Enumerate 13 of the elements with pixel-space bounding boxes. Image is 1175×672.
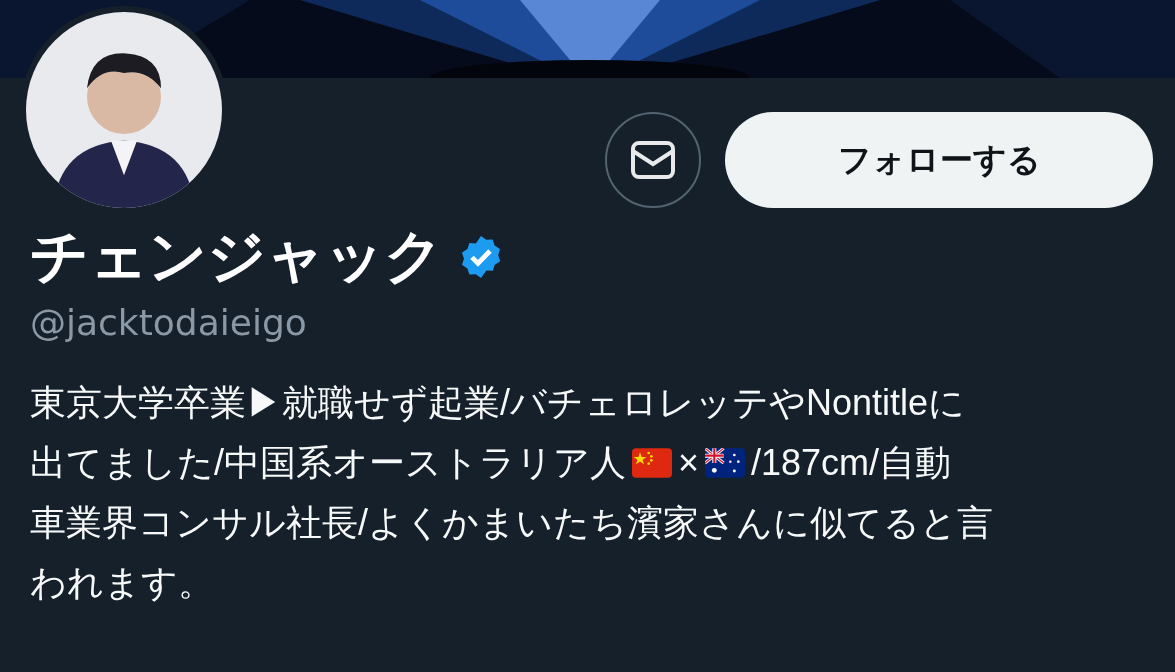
australia-flag-icon [705,448,746,478]
bio-text: × [678,441,700,485]
envelope-icon [630,140,676,180]
message-button[interactable] [605,112,701,208]
bio-text: われます。 [30,561,214,605]
china-flag-icon [632,448,672,478]
profile-name: チェンジャック [30,222,443,290]
follow-button[interactable]: フォローする [725,112,1153,208]
bio-text: 車業界コンサル社長/よくかまいたち濱家さんに似てると言 [30,501,993,545]
profile-handle: @jacktodaieigo [30,302,308,343]
bio-text: /187cm/自動 [751,441,952,485]
bio-text: 出てました/中国系オーストラリア人 [30,441,626,485]
bio-text: 東京大学卒業▶就職せず起業/バチェロレッテやNontitleに [30,381,966,425]
